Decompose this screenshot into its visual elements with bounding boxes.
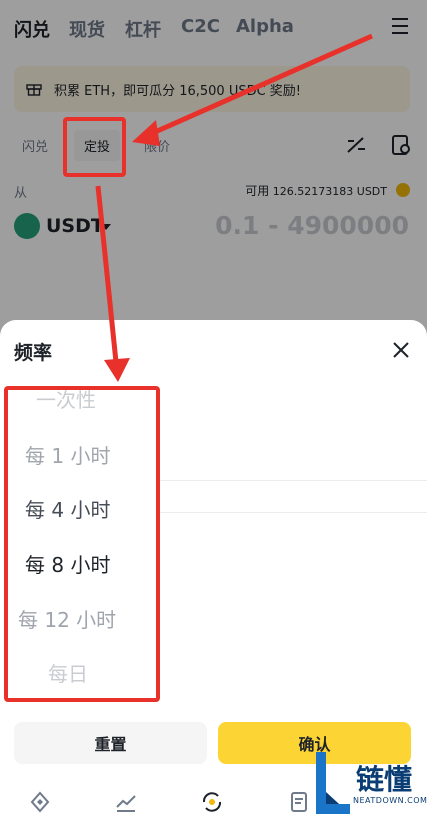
- annotation-arrows: [95, 33, 374, 382]
- watermark-subtext: NEATDOWN.COM: [353, 796, 427, 805]
- watermark-text: 链懂: [356, 763, 413, 796]
- watermark-logo: [316, 752, 350, 814]
